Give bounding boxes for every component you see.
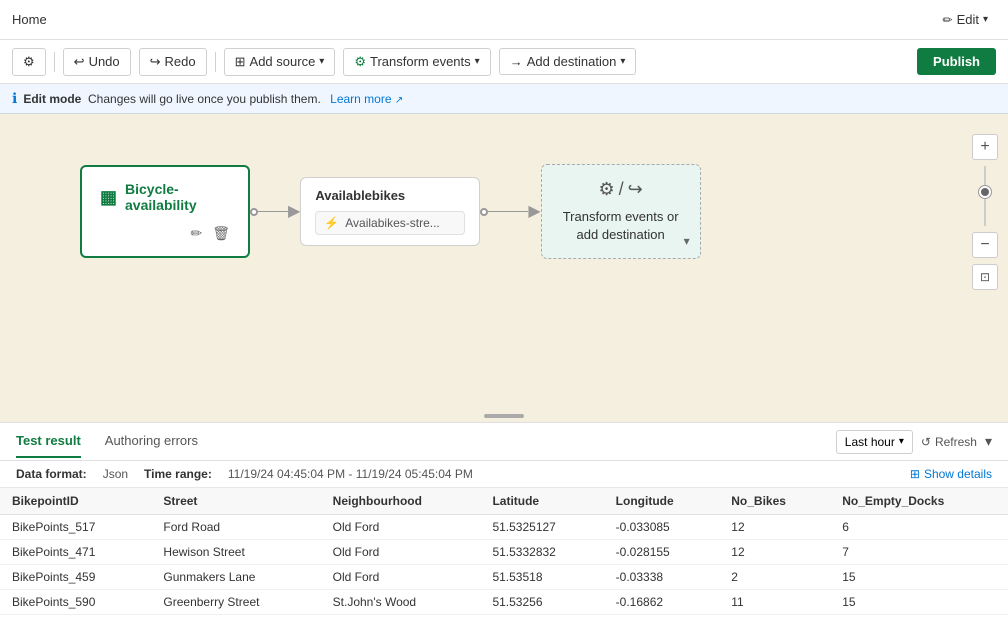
- pencil-icon: ✏: [943, 13, 953, 27]
- refresh-button[interactable]: ↺ Refresh: [921, 435, 977, 449]
- zoom-fit-button[interactable]: ⊡: [972, 264, 998, 290]
- canvas-scroll-handle: [484, 414, 524, 418]
- toolbar: ⚙ ↩ Undo ↪ Redo ⊞ Add source ▾ ⚙ Transfo…: [0, 40, 1008, 84]
- chevron-down-icon: ▾: [983, 14, 988, 25]
- source-edit-button[interactable]: ✏: [190, 225, 202, 242]
- settings-button[interactable]: ⚙: [12, 48, 46, 76]
- dest-export-icon: ↪: [628, 179, 643, 200]
- connector-2: ▶: [480, 204, 540, 220]
- redo-button[interactable]: ↪ Redo: [139, 48, 207, 76]
- table-row: BikePoints_394Aberdeen PlaceSt. John's W…: [0, 615, 1008, 622]
- top-bar-right: ✏ Edit ▾: [935, 8, 997, 31]
- col-nobikes: No_Bikes: [719, 488, 830, 515]
- connector-dot-1: [250, 208, 258, 216]
- publish-button[interactable]: Publish: [917, 48, 996, 75]
- flow-container: ▦ Bicycle-availability ✏ 🗑 ▶ Availablebi…: [80, 164, 701, 259]
- destination-node[interactable]: ⚙ / ↪ Transform events or add destinatio…: [541, 164, 701, 259]
- external-link-icon: ↗: [395, 95, 403, 106]
- expand-panel-button[interactable]: ▾: [985, 433, 992, 450]
- redo-icon: ↪: [150, 54, 161, 70]
- last-hour-select[interactable]: Last hour ▾: [836, 430, 913, 454]
- chevron-down-icon-hour: ▾: [899, 436, 904, 447]
- data-table-container: BikepointID Street Neighbourhood Latitud…: [0, 488, 1008, 622]
- zoom-line: [984, 166, 986, 226]
- info-bar: ℹ Edit mode Changes will go live once yo…: [0, 84, 1008, 114]
- col-noemptydocks: No_Empty_Docks: [830, 488, 1008, 515]
- stream-node-item: ⚡ Availabikes-stre...: [315, 211, 465, 235]
- show-details-button[interactable]: ⊞ Show details: [910, 467, 992, 481]
- table-row: BikePoints_471Hewison StreetOld Ford51.5…: [0, 540, 1008, 565]
- table-header-row: BikepointID Street Neighbourhood Latitud…: [0, 488, 1008, 515]
- time-range-value: 11/19/24 04:45:04 PM - 11/19/24 05:45:04…: [228, 467, 473, 481]
- source-node[interactable]: ▦ Bicycle-availability ✏ 🗑: [80, 165, 250, 258]
- line-1: [258, 211, 288, 213]
- stream-node-title: Availablebikes: [315, 188, 465, 203]
- info-icon: ℹ: [12, 90, 17, 107]
- data-info-bar: Data format: Json Time range: 11/19/24 0…: [0, 461, 1008, 488]
- undo-button[interactable]: ↩ Undo: [63, 48, 131, 76]
- zoom-handle[interactable]: [979, 186, 991, 198]
- table-row: BikePoints_517Ford RoadOld Ford51.532512…: [0, 515, 1008, 540]
- panel-tabs: Test result Authoring errors Last hour ▾…: [0, 423, 1008, 461]
- transform-events-button[interactable]: ⚙ Transform events ▾: [343, 48, 490, 76]
- arrow-1: ▶: [288, 204, 300, 220]
- zoom-in-button[interactable]: +: [972, 134, 998, 160]
- data-format-label: Data format:: [16, 467, 87, 481]
- top-bar: Home ✏ Edit ▾: [0, 0, 1008, 40]
- col-neighbourhood: Neighbourhood: [321, 488, 481, 515]
- col-longitude: Longitude: [604, 488, 720, 515]
- chevron-down-icon-source: ▾: [319, 56, 324, 67]
- col-latitude: Latitude: [480, 488, 603, 515]
- add-source-icon: ⊞: [235, 54, 246, 70]
- zoom-slider: [972, 166, 998, 226]
- data-format-value: Json: [103, 467, 128, 481]
- refresh-icon: ↺: [921, 435, 931, 449]
- source-delete-button[interactable]: 🗑: [212, 225, 230, 242]
- breadcrumb: Home: [12, 12, 47, 27]
- add-dest-icon: →: [510, 54, 523, 69]
- transform-icon: ⚙: [354, 54, 366, 70]
- stream-node[interactable]: Availablebikes ⚡ Availabikes-stre...: [300, 177, 480, 246]
- tab-authoring-errors[interactable]: Authoring errors: [105, 425, 198, 458]
- panel-tab-actions: Last hour ▾ ↺ Refresh ▾: [836, 430, 992, 454]
- toolbar-divider-1: [54, 52, 55, 72]
- dest-node-text: Transform events or add destination: [560, 208, 682, 244]
- undo-icon: ↩: [74, 54, 85, 70]
- col-street: Street: [151, 488, 320, 515]
- zoom-out-button[interactable]: −: [972, 232, 998, 258]
- source-node-icon: ▦: [100, 187, 117, 208]
- bottom-panel: Test result Authoring errors Last hour ▾…: [0, 422, 1008, 622]
- table-row: BikePoints_459Gunmakers LaneOld Ford51.5…: [0, 565, 1008, 590]
- canvas: ▦ Bicycle-availability ✏ 🗑 ▶ Availablebi…: [0, 114, 1008, 422]
- col-bikepointid: BikepointID: [0, 488, 151, 515]
- chevron-down-icon-transform: ▾: [475, 56, 480, 67]
- data-table: BikepointID Street Neighbourhood Latitud…: [0, 488, 1008, 622]
- toolbar-divider-2: [215, 52, 216, 72]
- time-range-label: Time range:: [144, 467, 212, 481]
- connector-1: ▶: [250, 204, 300, 220]
- zoom-controls: + − ⊡: [972, 134, 998, 290]
- add-destination-button[interactable]: → Add destination ▾: [499, 48, 637, 75]
- info-message: Edit mode Changes will go live once you …: [23, 92, 324, 106]
- dest-gear-icon: ⚙: [599, 179, 615, 200]
- stream-icon: ⚡: [324, 216, 339, 230]
- breadcrumb-area: Home: [12, 12, 47, 27]
- gear-icon: ⚙: [23, 54, 35, 70]
- learn-more-link[interactable]: Learn more ↗: [330, 92, 403, 106]
- chevron-down-icon-dest: ▾: [620, 56, 625, 67]
- tab-test-result[interactable]: Test result: [16, 425, 81, 458]
- source-node-title: Bicycle-availability: [125, 181, 230, 213]
- table-row: BikePoints_590Greenberry StreetSt.John's…: [0, 590, 1008, 615]
- add-source-button[interactable]: ⊞ Add source ▾: [224, 48, 336, 76]
- dest-chevron-icon: ▾: [684, 234, 690, 248]
- line-2: [488, 211, 528, 213]
- connector-dot-2: [480, 208, 488, 216]
- edit-button[interactable]: ✏ Edit ▾: [935, 8, 997, 31]
- table-icon: ⊞: [910, 467, 920, 481]
- arrow-2: ▶: [528, 204, 540, 220]
